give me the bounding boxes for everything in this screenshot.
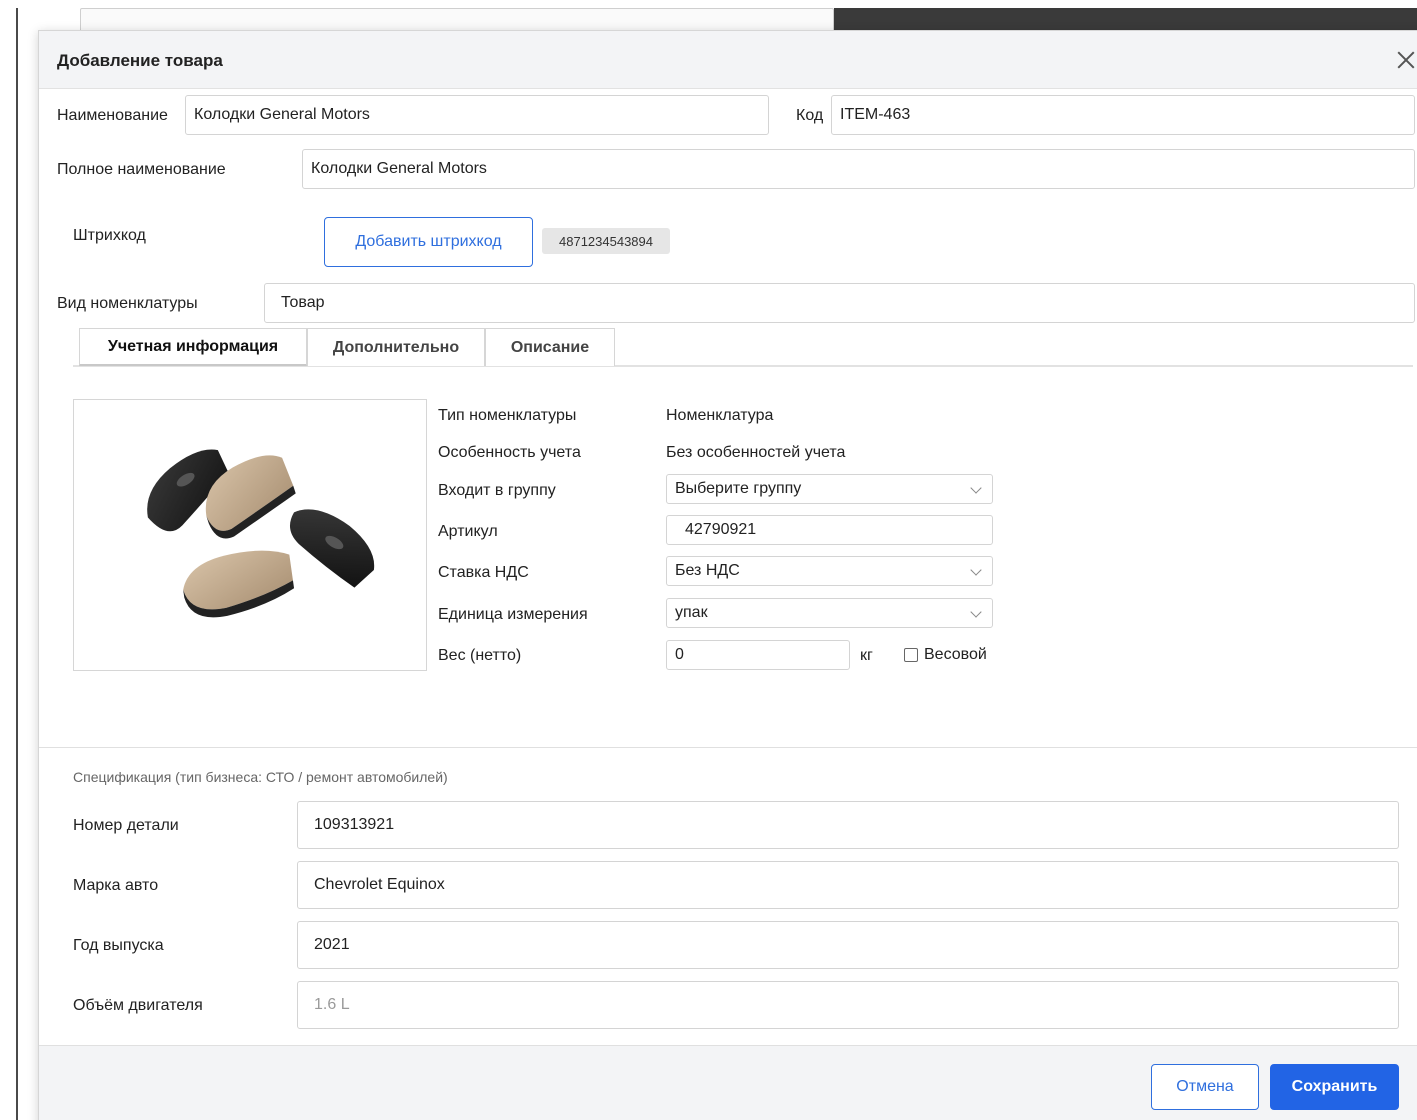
tab-additional[interactable]: Дополнительно — [307, 328, 485, 366]
weighted-label: Весовой — [924, 646, 987, 663]
accounting-feature-label: Особенность учета — [438, 444, 581, 461]
accounting-feature-value: Без особенностей учета — [666, 444, 846, 461]
vat-select-value: Без НДС — [675, 562, 740, 579]
brake-pads-image — [147, 449, 375, 618]
full-name-label: Полное наименование — [57, 161, 226, 178]
tab-accounting-info[interactable]: Учетная информация — [79, 328, 307, 366]
part-number-input[interactable]: 109313921 — [297, 801, 1399, 849]
barcode-badge: 4871234543894 — [542, 228, 670, 254]
full-name-input[interactable]: Колодки General Motors — [302, 149, 1415, 189]
background-window-tab — [80, 8, 834, 32]
background-window-edge — [16, 8, 18, 1120]
engine-volume-label: Объём двигателя — [73, 997, 203, 1014]
brake-pad-bottom — [183, 550, 295, 618]
chevron-down-icon — [970, 482, 982, 494]
code-label: Код — [796, 107, 824, 124]
name-input[interactable]: Колодки General Motors — [185, 95, 769, 135]
group-select-value: Выберите группу — [675, 480, 802, 497]
close-icon[interactable] — [1395, 49, 1417, 71]
chevron-down-icon — [970, 564, 982, 576]
brake-pad-right — [289, 509, 375, 588]
car-brand-label: Марка авто — [73, 877, 159, 894]
weight-label: Вес (нетто) — [438, 647, 522, 664]
vat-select[interactable]: Без НДС — [666, 556, 993, 586]
dialog-header: Добавление товара — [39, 31, 1417, 89]
spec-title: Спецификация (тип бизнеса: СТО / ремонт … — [73, 769, 448, 785]
add-product-dialog: Добавление товара Наименование Колодки G… — [38, 30, 1417, 1120]
tab-description[interactable]: Описание — [485, 328, 615, 366]
section-divider — [39, 747, 1417, 748]
nomenclature-kind-label: Вид номенклатуры — [57, 295, 198, 312]
car-brand-input[interactable]: Chevrolet Equinox — [297, 861, 1399, 909]
year-input[interactable]: 2021 — [297, 921, 1399, 969]
unit-label: Единица измерения — [438, 606, 588, 623]
nomenclature-type-value: Номенклатура — [666, 407, 774, 424]
save-button[interactable]: Сохранить — [1270, 1064, 1399, 1110]
article-input[interactable]: 42790921 — [666, 515, 993, 545]
background-dark-bar — [834, 8, 1417, 32]
cancel-button[interactable]: Отмена — [1151, 1064, 1259, 1110]
unit-select-value: упак — [675, 604, 708, 621]
barcode-label: Штрихкод — [73, 227, 146, 244]
name-label: Наименование — [57, 107, 168, 124]
page: Добавление товара Наименование Колодки G… — [0, 0, 1417, 1120]
weight-input[interactable]: 0 — [666, 640, 850, 670]
unit-select[interactable]: упак — [666, 598, 993, 628]
add-barcode-button[interactable]: Добавить штрихкод — [324, 217, 533, 267]
year-label: Год выпуска — [73, 937, 164, 954]
chevron-down-icon — [970, 606, 982, 618]
weight-unit: кг — [860, 647, 873, 664]
vat-label: Ставка НДС — [438, 564, 529, 581]
engine-volume-input[interactable]: 1.6 L — [297, 981, 1399, 1029]
article-label: Артикул — [438, 523, 498, 540]
part-number-label: Номер детали — [73, 817, 179, 834]
group-select[interactable]: Выберите группу — [666, 474, 993, 504]
dialog-title: Добавление товара — [57, 51, 223, 70]
nomenclature-type-label: Тип номенклатуры — [438, 407, 577, 424]
product-image[interactable] — [73, 399, 427, 671]
nomenclature-kind-input[interactable]: Товар — [264, 283, 1415, 323]
weighted-checkbox[interactable] — [904, 648, 918, 662]
group-label: Входит в группу — [438, 482, 556, 499]
code-input[interactable]: ITEM-463 — [831, 95, 1415, 135]
dialog-footer: Отмена Сохранить — [39, 1045, 1417, 1120]
